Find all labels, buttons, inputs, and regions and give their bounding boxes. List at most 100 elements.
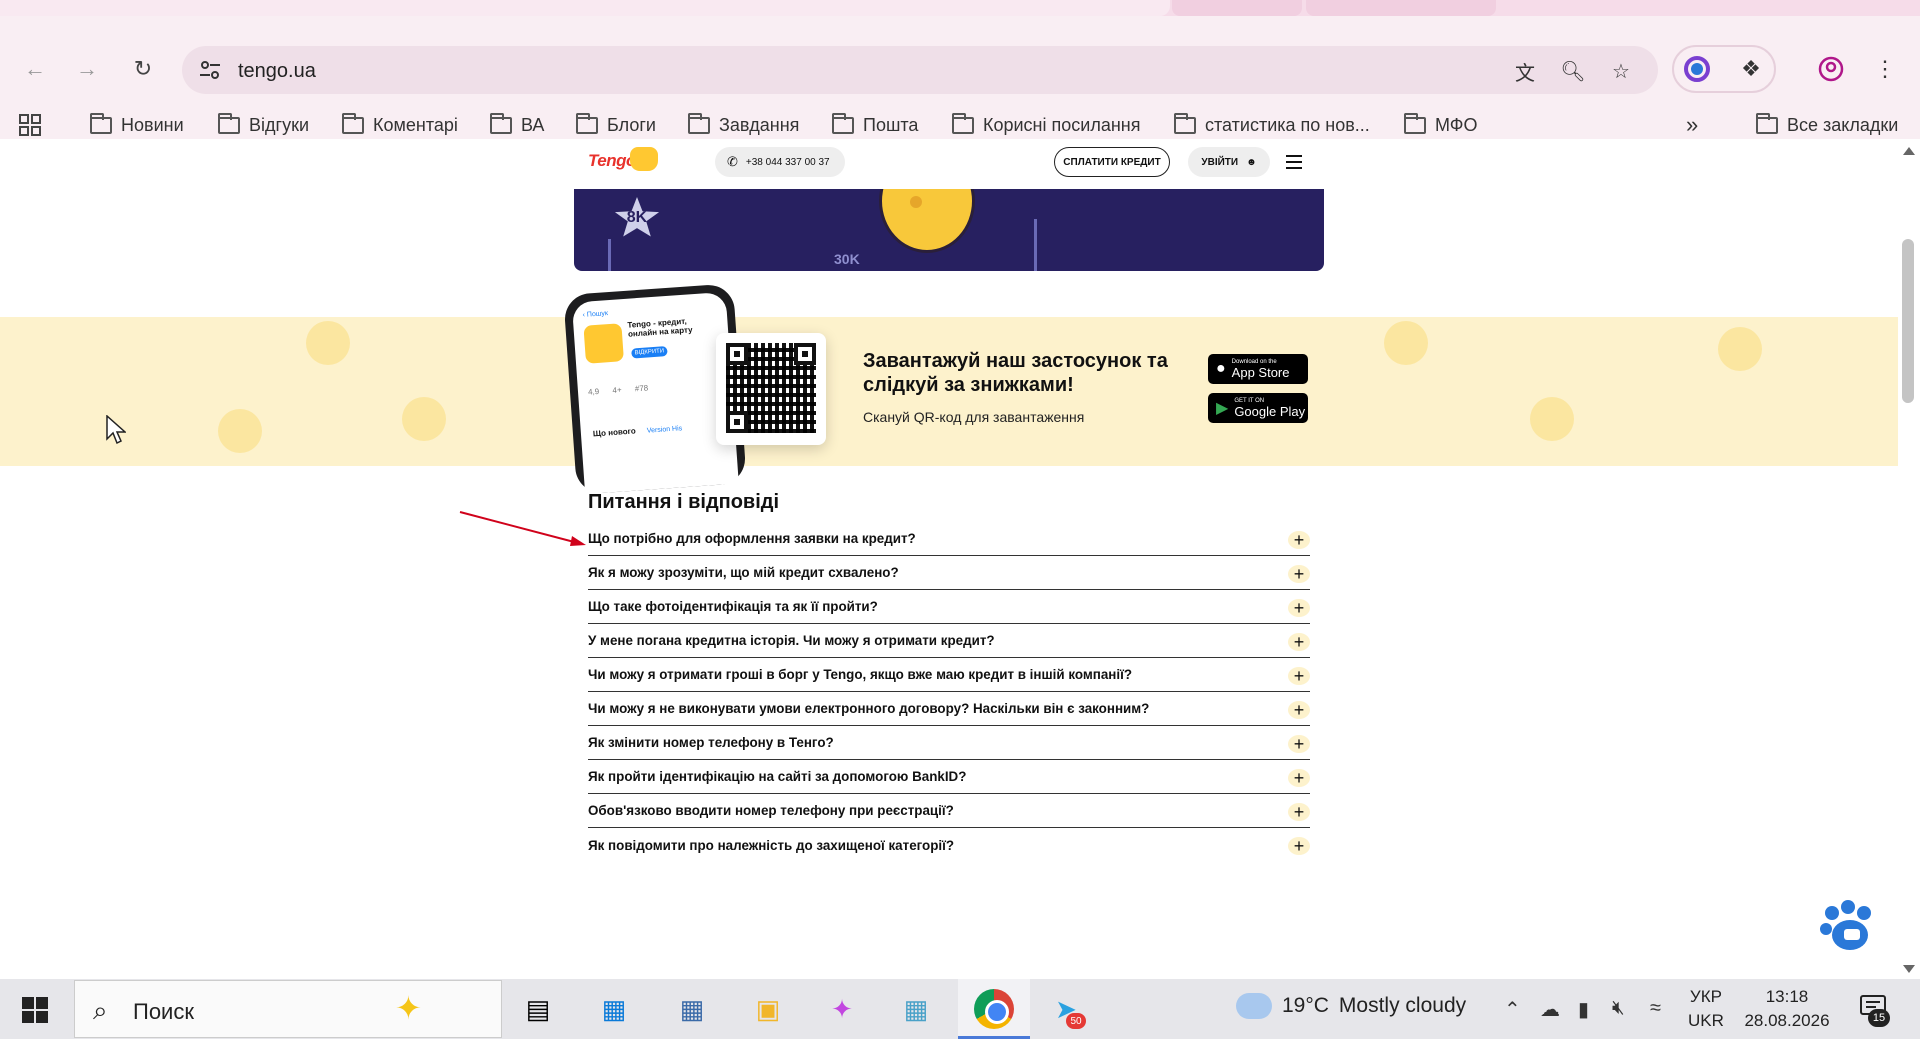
phone-button[interactable]: ✆ +38 044 337 00 37 xyxy=(715,147,845,177)
active-tab[interactable] xyxy=(0,0,1170,16)
login-button[interactable]: УВІЙТИ ☻ xyxy=(1188,147,1270,177)
faq-item[interactable]: Чи можу я отримати гроші в борг у Tengo,… xyxy=(588,658,1310,692)
faq-question[interactable]: Як пройти ідентифікацію на сайті за допо… xyxy=(588,769,966,784)
browser-tab[interactable] xyxy=(1172,0,1302,16)
scroll-up-arrow-icon[interactable] xyxy=(1903,147,1915,155)
address-bar[interactable]: tengo.ua 文 🔍︎ ☆ xyxy=(182,46,1658,94)
page-scrollbar[interactable] xyxy=(1898,139,1920,979)
site-info-icon[interactable] xyxy=(198,58,222,82)
bookmark-folder[interactable]: Коментарі xyxy=(342,112,458,138)
scrollbar-thumb[interactable] xyxy=(1902,239,1914,403)
bookmark-folder[interactable]: Новини xyxy=(90,112,184,138)
paw-decoration xyxy=(218,409,262,453)
hamburger-menu-icon[interactable] xyxy=(1286,155,1302,169)
faq-item[interactable]: Як повідомити про належність до захищено… xyxy=(588,828,1310,862)
faq-item[interactable]: У мене погана кредитна історія. Чи можу … xyxy=(588,624,1310,658)
system-clock[interactable]: 13:18 28.08.2026 xyxy=(1742,985,1832,1033)
faq-question[interactable]: Що потрібно для оформлення заявки на кре… xyxy=(588,531,916,546)
faq-item[interactable]: Як змінити номер телефону в Тенго? + xyxy=(588,726,1310,760)
extensions-puzzle-icon[interactable]: ❖ xyxy=(1736,54,1766,84)
faq-question[interactable]: Як змінити номер телефону в Тенго? xyxy=(588,735,834,750)
scroll-down-arrow-icon[interactable] xyxy=(1903,965,1915,973)
faq-item[interactable]: Що таке фотоідентифікація та як її пройт… xyxy=(588,590,1310,624)
plus-icon[interactable]: + xyxy=(1288,667,1310,685)
zoom-icon[interactable]: 🔍︎ xyxy=(1560,58,1586,84)
tab-strip xyxy=(0,0,1920,16)
bookmark-folder[interactable]: Блоги xyxy=(576,112,656,138)
file-explorer-icon[interactable]: ▣ xyxy=(748,989,788,1029)
battery-icon[interactable]: ▮ xyxy=(1578,997,1589,1022)
faq-item[interactable]: Як я можу зрозуміти, що мій кредит схвал… xyxy=(588,556,1310,590)
chat-paw-icon[interactable] xyxy=(1818,899,1878,959)
network-off-icon[interactable]: ☁ xyxy=(1540,997,1560,1022)
bookmark-star-icon[interactable]: ☆ xyxy=(1608,58,1634,84)
plus-icon[interactable]: + xyxy=(1288,701,1310,719)
plus-icon[interactable]: + xyxy=(1288,633,1310,651)
phone-age: 4+ xyxy=(612,385,622,395)
url-text[interactable]: tengo.ua xyxy=(238,60,316,83)
plus-icon[interactable]: + xyxy=(1288,769,1310,787)
bookmark-folder[interactable]: Корисні посилання xyxy=(952,112,1140,138)
bookmark-folder[interactable]: Пошта xyxy=(832,112,918,138)
pay-credit-button[interactable]: СПЛАТИТИ КРЕДИТ xyxy=(1054,147,1170,177)
faq-item[interactable]: Чи можу я не виконувати умови електронно… xyxy=(588,692,1310,726)
forward-button[interactable]: → xyxy=(70,52,104,86)
faq-question[interactable]: Обов'язково вводити номер телефону при р… xyxy=(588,803,954,818)
bookmark-label: Відгуки xyxy=(249,114,310,135)
plus-icon[interactable]: + xyxy=(1288,531,1310,549)
faq-question[interactable]: Як повідомити про належність до захищено… xyxy=(588,838,954,853)
faq-question[interactable]: Як я можу зрозуміти, що мій кредит схвал… xyxy=(588,565,899,580)
notification-count-badge: 15 xyxy=(1868,1009,1890,1027)
bookmark-folder[interactable]: МФО xyxy=(1404,112,1477,138)
calculator-icon[interactable]: ▦ xyxy=(672,989,712,1029)
faq-question[interactable]: Чи можу я отримати гроші в борг у Tengo,… xyxy=(588,667,1132,682)
plus-icon[interactable]: + xyxy=(1288,837,1310,855)
copilot-icon[interactable]: ✦ xyxy=(822,989,862,1029)
translate-icon[interactable]: 文 xyxy=(1512,58,1538,85)
bookmark-folder[interactable]: Відгуки xyxy=(218,112,309,138)
chevron-up-icon[interactable]: ⌃ xyxy=(1504,997,1521,1022)
bookmark-folder[interactable]: Завдання xyxy=(688,112,799,138)
bookmark-folder[interactable]: ВА xyxy=(490,112,544,138)
browser-tab[interactable] xyxy=(1306,0,1496,16)
app-store-large: App Store xyxy=(1231,364,1290,380)
windows-taskbar: ⌕ Поиск ✦ ▤ ▦ ▦ ▣ ✦ ▦ ➤ 50 19°C Mostly c… xyxy=(0,979,1920,1039)
site-header: Tengo ✆ +38 044 337 00 37 СПЛАТИТИ КРЕДИТ… xyxy=(574,147,1324,181)
faq-item[interactable]: Обов'язково вводити номер телефону при р… xyxy=(588,794,1310,828)
task-view-icon[interactable]: ▤ xyxy=(518,989,558,1029)
all-bookmarks-folder[interactable]: Все закладки xyxy=(1756,112,1898,138)
plus-icon[interactable]: + xyxy=(1288,735,1310,753)
paw-decoration xyxy=(1718,327,1762,371)
weather-widget[interactable]: 19°C Mostly cloudy xyxy=(1236,984,1466,1019)
plus-icon[interactable]: + xyxy=(1288,565,1310,583)
apps-grid-icon[interactable] xyxy=(18,112,42,138)
plus-icon[interactable]: + xyxy=(1288,803,1310,821)
taskbar-search[interactable]: ⌕ Поиск ✦ xyxy=(74,980,502,1038)
volume-muted-icon[interactable]: 🔇︎ xyxy=(1612,997,1625,1020)
microsoft-store-icon[interactable]: ▦ xyxy=(594,989,634,1029)
promo-banner[interactable]: 8K 30K xyxy=(574,189,1324,271)
app-store-badge[interactable]: ● Download on the App Store xyxy=(1208,354,1308,384)
bookmark-folder[interactable]: статистика по нов... xyxy=(1174,112,1370,138)
plus-icon[interactable]: + xyxy=(1288,599,1310,617)
faq-question[interactable]: Чи можу я не виконувати умови електронно… xyxy=(588,701,1149,716)
google-play-badge[interactable]: ▶ GET IT ON Google Play xyxy=(1208,393,1308,423)
language-indicator[interactable]: УКР UKR xyxy=(1688,985,1724,1033)
more-bookmarks-chevron-icon[interactable]: » xyxy=(1686,112,1698,138)
google-play-large: Google Play xyxy=(1234,403,1306,419)
windows-start-icon[interactable] xyxy=(22,997,48,1023)
color-extension-icon[interactable] xyxy=(1682,54,1712,84)
reload-button[interactable]: ↻ xyxy=(126,52,160,86)
faq-item[interactable]: Як пройти ідентифікацію на сайті за допо… xyxy=(588,760,1310,794)
notepad-app-icon[interactable]: ▦ xyxy=(896,989,936,1029)
profile-icon[interactable] xyxy=(1816,54,1846,84)
faq-question[interactable]: Що таке фотоідентифікація та як її пройт… xyxy=(588,599,878,614)
faq-question[interactable]: У мене погана кредитна історія. Чи можу … xyxy=(588,633,995,648)
tengo-logo[interactable]: Tengo xyxy=(588,151,636,171)
taskbar-search-text[interactable]: Поиск xyxy=(133,999,194,1025)
menu-kebab-icon[interactable]: ⋮ xyxy=(1870,54,1900,84)
wifi-icon[interactable]: ≈ xyxy=(1650,997,1661,1020)
faq-item[interactable]: Що потрібно для оформлення заявки на кре… xyxy=(588,522,1310,556)
bookmark-label: Пошта xyxy=(863,114,919,135)
back-button[interactable]: ← xyxy=(18,52,52,86)
